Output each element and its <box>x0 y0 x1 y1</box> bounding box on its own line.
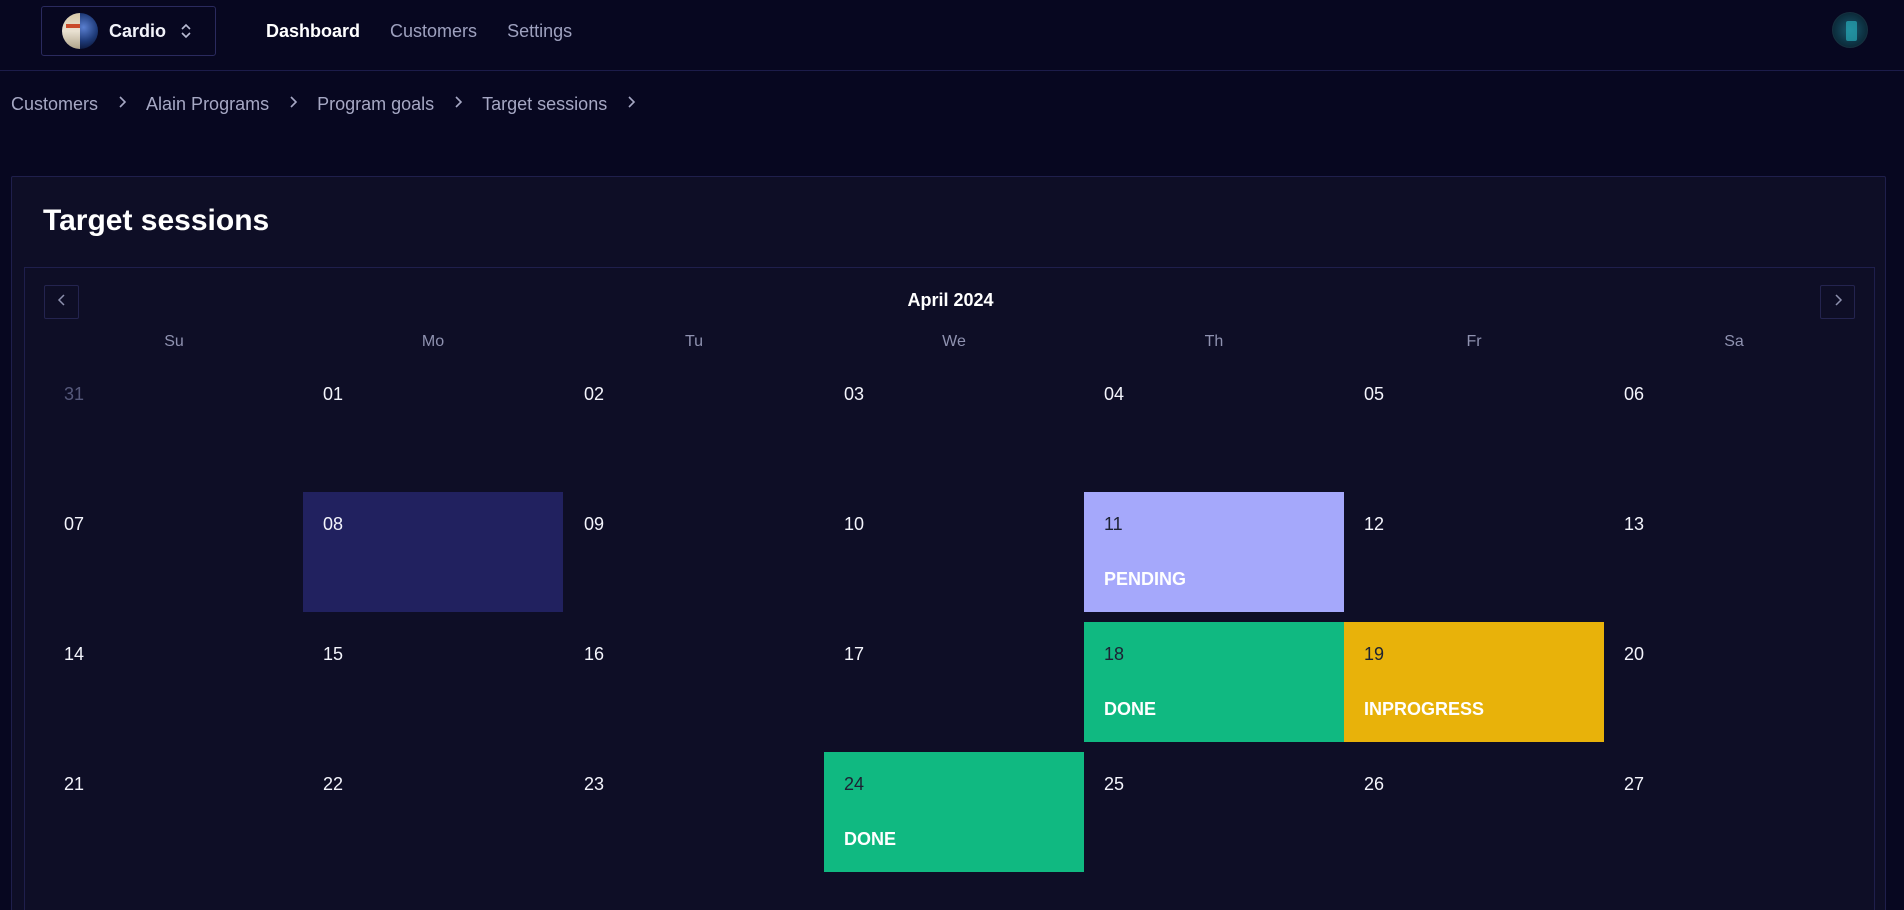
user-avatar[interactable] <box>1832 12 1868 48</box>
day-number: 20 <box>1624 644 1645 664</box>
breadcrumb-alain-programs[interactable]: Alain Programs <box>146 94 269 115</box>
calendar: April 2024 Su Mo Tu We Th Fr Sa 31 01 02 03 04 05 06… <box>24 267 1875 910</box>
calendar-day[interactable]: 11 PENDING <box>1084 492 1344 612</box>
day-number: 23 <box>584 774 605 794</box>
day-number: 01 <box>323 384 344 404</box>
calendar-day[interactable]: 07 <box>44 492 304 612</box>
day-number: 11 <box>1104 514 1123 534</box>
breadcrumb-target-sessions[interactable]: Target sessions <box>482 94 607 115</box>
day-number: 24 <box>844 774 865 794</box>
weekday-label: Th <box>1204 333 1224 350</box>
day-number: 07 <box>64 514 85 534</box>
main-nav: Dashboard Customers Settings <box>266 0 602 62</box>
calendar-day[interactable]: 18 DONE <box>1084 622 1344 742</box>
calendar-day[interactable]: 03 <box>824 362 1084 482</box>
breadcrumb: Customers Alain Programs Program goals T… <box>11 91 655 117</box>
calendar-day[interactable]: 25 <box>1084 752 1344 872</box>
day-number: 27 <box>1624 774 1645 794</box>
calendar-day[interactable]: 31 <box>44 362 304 482</box>
calendar-day[interactable]: 27 <box>1604 752 1864 872</box>
breadcrumb-customers[interactable]: Customers <box>11 94 98 115</box>
day-number: 17 <box>844 644 865 664</box>
calendar-day[interactable]: 23 <box>564 752 824 872</box>
calendar-day[interactable]: 12 <box>1344 492 1604 612</box>
calendar-day[interactable]: 05 <box>1344 362 1604 482</box>
breadcrumb-program-goals[interactable]: Program goals <box>317 94 434 115</box>
day-number: 09 <box>584 514 605 534</box>
calendar-day[interactable]: 04 <box>1084 362 1344 482</box>
day-number: 16 <box>584 644 605 664</box>
day-number: 19 <box>1364 644 1385 664</box>
next-month-button[interactable] <box>1820 285 1855 319</box>
calendar-day[interactable]: 08 <box>303 492 563 612</box>
month-label: April 2024 <box>907 290 994 310</box>
session-status-badge: INPROGRESS <box>1364 699 1485 719</box>
calendar-day[interactable]: 06 <box>1604 362 1864 482</box>
calendar-day[interactable]: 10 <box>824 492 1084 612</box>
chevron-right-icon <box>626 95 636 114</box>
nav-dashboard[interactable]: Dashboard <box>266 21 360 42</box>
target-sessions-panel: Target sessions April 2024 Su Mo Tu We Th Fr S… <box>11 176 1886 910</box>
day-number: 12 <box>1364 514 1385 534</box>
calendar-day[interactable]: 01 <box>303 362 563 482</box>
calendar-day[interactable]: 21 <box>44 752 304 872</box>
calendar-day[interactable]: 22 <box>303 752 563 872</box>
session-status-badge: DONE <box>1104 699 1157 719</box>
day-number: 03 <box>844 384 865 404</box>
nav-settings[interactable]: Settings <box>507 21 572 42</box>
weekday-label: Tu <box>684 333 704 350</box>
day-number: 14 <box>64 644 85 664</box>
day-number: 04 <box>1104 384 1125 404</box>
calendar-day[interactable]: 13 <box>1604 492 1864 612</box>
day-number: 06 <box>1624 384 1645 404</box>
calendar-day[interactable]: 15 <box>303 622 563 742</box>
weekday-label: Su <box>164 333 184 350</box>
calendar-day[interactable]: 17 <box>824 622 1084 742</box>
day-number: 05 <box>1364 384 1385 404</box>
weekday-label: We <box>942 333 966 350</box>
day-number: 08 <box>323 514 344 534</box>
day-number: 26 <box>1364 774 1385 794</box>
chevron-up-down-icon <box>180 22 192 40</box>
calendar-day[interactable]: 19 INPROGRESS <box>1344 622 1604 742</box>
day-number: 10 <box>844 514 865 534</box>
weekday-label: Mo <box>421 333 445 350</box>
weekday-label: Fr <box>1466 333 1482 350</box>
day-number: 21 <box>64 774 85 794</box>
chevron-right-icon <box>288 95 298 114</box>
calendar-day[interactable]: 24 DONE <box>824 752 1084 872</box>
team-avatar <box>62 13 98 49</box>
day-number: 02 <box>584 384 605 404</box>
day-number: 13 <box>1624 514 1645 534</box>
top-navbar: Cardio Dashboard Customers Settings <box>0 0 1904 71</box>
calendar-day[interactable]: 09 <box>564 492 824 612</box>
day-number: 22 <box>323 774 344 794</box>
team-switcher[interactable]: Cardio <box>41 6 216 56</box>
team-name: Cardio <box>109 20 167 41</box>
chevron-right-icon <box>453 95 463 114</box>
calendar-day[interactable]: 20 <box>1604 622 1864 742</box>
calendar-day[interactable]: 26 <box>1344 752 1604 872</box>
nav-customers[interactable]: Customers <box>390 21 477 42</box>
chevron-right-icon <box>1833 293 1843 311</box>
weekday-label: Sa <box>1724 333 1744 350</box>
session-status-badge: PENDING <box>1104 569 1187 589</box>
day-number: 31 <box>64 384 85 404</box>
calendar-day[interactable]: 02 <box>564 362 824 482</box>
calendar-day[interactable]: 16 <box>564 622 824 742</box>
day-number: 25 <box>1104 774 1125 794</box>
calendar-day[interactable]: 14 <box>44 622 304 742</box>
page-title: Target sessions <box>43 204 270 237</box>
weekday-header: Su Mo Tu We Th Fr Sa <box>25 333 1876 355</box>
chevron-right-icon <box>117 95 127 114</box>
day-number: 18 <box>1104 644 1125 664</box>
session-status-badge: DONE <box>844 829 897 849</box>
day-number: 15 <box>323 644 344 664</box>
